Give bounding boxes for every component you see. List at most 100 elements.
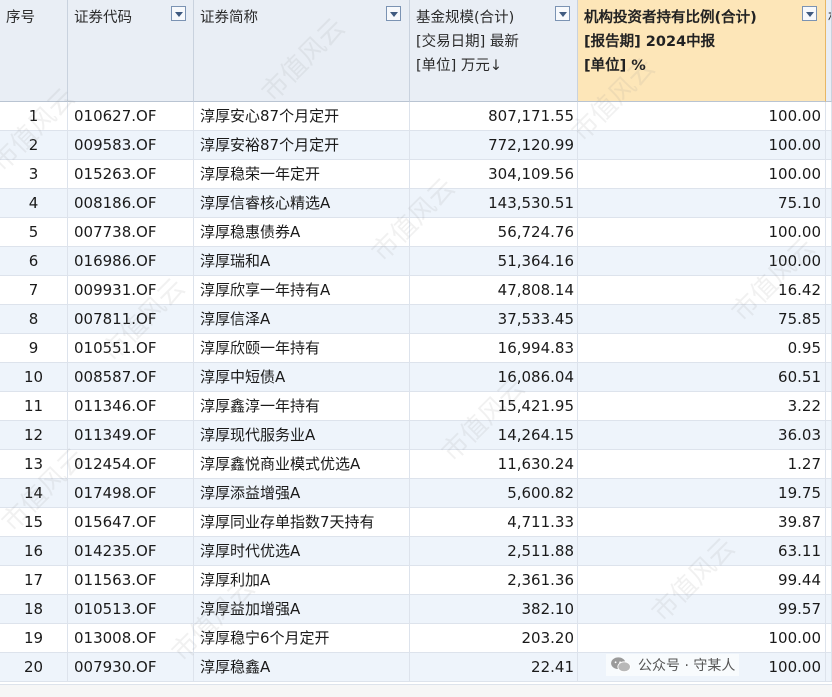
cell-partial[interactable] <box>826 218 832 247</box>
cell-fund-scale[interactable]: 15,421.95 <box>410 392 578 421</box>
cell-institutional-ratio[interactable]: 19.75 <box>578 479 826 508</box>
cell-security-name[interactable]: 淳厚欣颐一年持有 <box>194 334 410 363</box>
cell-security-name[interactable]: 淳厚现代服务业A <box>194 421 410 450</box>
cell-index[interactable]: 7 <box>0 276 68 305</box>
cell-security-code[interactable]: 015647.OF <box>68 508 194 537</box>
cell-security-code[interactable]: 011563.OF <box>68 566 194 595</box>
cell-index[interactable]: 5 <box>0 218 68 247</box>
cell-index[interactable]: 15 <box>0 508 68 537</box>
cell-institutional-ratio[interactable]: 39.87 <box>578 508 826 537</box>
dropdown-arrow-icon[interactable] <box>802 6 817 21</box>
cell-index[interactable]: 2 <box>0 131 68 160</box>
cell-security-name[interactable]: 淳厚利加A <box>194 566 410 595</box>
table-row[interactable]: 7 009931.OF 淳厚欣享一年持有A 47,808.14 16.42 <box>0 276 832 305</box>
cell-fund-scale[interactable]: 143,530.51 <box>410 189 578 218</box>
column-header-index[interactable]: 序号 <box>0 0 68 102</box>
cell-fund-scale[interactable]: 772,120.99 <box>410 131 578 160</box>
cell-institutional-ratio[interactable]: 75.85 <box>578 305 826 334</box>
cell-institutional-ratio[interactable]: 16.42 <box>578 276 826 305</box>
cell-index[interactable]: 3 <box>0 160 68 189</box>
cell-fund-scale[interactable]: 56,724.76 <box>410 218 578 247</box>
cell-security-code[interactable]: 009931.OF <box>68 276 194 305</box>
cell-security-code[interactable]: 014235.OF <box>68 537 194 566</box>
cell-institutional-ratio[interactable]: 75.10 <box>578 189 826 218</box>
cell-security-code[interactable]: 007738.OF <box>68 218 194 247</box>
cell-security-name[interactable]: 淳厚益加增强A <box>194 595 410 624</box>
cell-institutional-ratio[interactable]: 100.00 <box>578 624 826 653</box>
cell-institutional-ratio[interactable]: 99.57 <box>578 595 826 624</box>
cell-fund-scale[interactable]: 807,171.55 <box>410 102 578 131</box>
cell-fund-scale[interactable]: 4,711.33 <box>410 508 578 537</box>
cell-fund-scale[interactable]: 16,994.83 <box>410 334 578 363</box>
cell-security-name[interactable]: 淳厚鑫悦商业模式优选A <box>194 450 410 479</box>
cell-partial[interactable] <box>826 247 832 276</box>
cell-fund-scale[interactable]: 22.41 <box>410 653 578 682</box>
cell-index[interactable]: 17 <box>0 566 68 595</box>
cell-security-code[interactable]: 016986.OF <box>68 247 194 276</box>
column-header-partial[interactable]: 机 <box>826 0 832 102</box>
cell-security-code[interactable]: 017498.OF <box>68 479 194 508</box>
table-row[interactable]: 6 016986.OF 淳厚瑞和A 51,364.16 100.00 <box>0 247 832 276</box>
cell-fund-scale[interactable]: 5,600.82 <box>410 479 578 508</box>
cell-security-name[interactable]: 淳厚信泽A <box>194 305 410 334</box>
table-row[interactable]: 1 010627.OF 淳厚安心87个月定开 807,171.55 100.00 <box>0 102 832 131</box>
column-header-name[interactable]: 证券简称 <box>194 0 410 102</box>
cell-institutional-ratio[interactable]: 100.00 <box>578 160 826 189</box>
cell-index[interactable]: 9 <box>0 334 68 363</box>
cell-partial[interactable] <box>826 566 832 595</box>
table-row[interactable]: 13 012454.OF 淳厚鑫悦商业模式优选A 11,630.24 1.27 <box>0 450 832 479</box>
cell-index[interactable]: 10 <box>0 363 68 392</box>
cell-institutional-ratio[interactable]: 100.00 <box>578 102 826 131</box>
cell-security-name[interactable]: 淳厚安裕87个月定开 <box>194 131 410 160</box>
cell-partial[interactable] <box>826 334 832 363</box>
cell-fund-scale[interactable]: 203.20 <box>410 624 578 653</box>
table-row[interactable]: 11 011346.OF 淳厚鑫淳一年持有 15,421.95 3.22 <box>0 392 832 421</box>
cell-fund-scale[interactable]: 2,361.36 <box>410 566 578 595</box>
cell-institutional-ratio[interactable]: 99.44 <box>578 566 826 595</box>
cell-partial[interactable] <box>826 189 832 218</box>
cell-fund-scale[interactable]: 382.10 <box>410 595 578 624</box>
table-row[interactable]: 16 014235.OF 淳厚时代优选A 2,511.88 63.11 <box>0 537 832 566</box>
cell-fund-scale[interactable]: 51,364.16 <box>410 247 578 276</box>
cell-partial[interactable] <box>826 479 832 508</box>
cell-security-code[interactable]: 013008.OF <box>68 624 194 653</box>
cell-security-code[interactable]: 007811.OF <box>68 305 194 334</box>
cell-fund-scale[interactable]: 47,808.14 <box>410 276 578 305</box>
cell-index[interactable]: 8 <box>0 305 68 334</box>
cell-partial[interactable] <box>826 102 832 131</box>
cell-security-code[interactable]: 011349.OF <box>68 421 194 450</box>
cell-fund-scale[interactable]: 304,109.56 <box>410 160 578 189</box>
table-row[interactable]: 18 010513.OF 淳厚益加增强A 382.10 99.57 <box>0 595 832 624</box>
cell-fund-scale[interactable]: 14,264.15 <box>410 421 578 450</box>
cell-security-code[interactable]: 008587.OF <box>68 363 194 392</box>
table-row[interactable]: 9 010551.OF 淳厚欣颐一年持有 16,994.83 0.95 <box>0 334 832 363</box>
cell-security-code[interactable]: 010551.OF <box>68 334 194 363</box>
cell-institutional-ratio[interactable]: 3.22 <box>578 392 826 421</box>
table-row[interactable]: 2 009583.OF 淳厚安裕87个月定开 772,120.99 100.00 <box>0 131 832 160</box>
cell-security-name[interactable]: 淳厚信睿核心精选A <box>194 189 410 218</box>
cell-security-code[interactable]: 009583.OF <box>68 131 194 160</box>
cell-security-name[interactable]: 淳厚欣享一年持有A <box>194 276 410 305</box>
table-row[interactable]: 4 008186.OF 淳厚信睿核心精选A 143,530.51 75.10 <box>0 189 832 218</box>
cell-partial[interactable] <box>826 363 832 392</box>
cell-security-code[interactable]: 010627.OF <box>68 102 194 131</box>
cell-security-code[interactable]: 010513.OF <box>68 595 194 624</box>
cell-fund-scale[interactable]: 2,511.88 <box>410 537 578 566</box>
cell-fund-scale[interactable]: 16,086.04 <box>410 363 578 392</box>
cell-security-code[interactable]: 011346.OF <box>68 392 194 421</box>
cell-index[interactable]: 12 <box>0 421 68 450</box>
table-row[interactable]: 14 017498.OF 淳厚添益增强A 5,600.82 19.75 <box>0 479 832 508</box>
table-row[interactable]: 8 007811.OF 淳厚信泽A 37,533.45 75.85 <box>0 305 832 334</box>
table-row[interactable]: 19 013008.OF 淳厚稳宁6个月定开 203.20 100.00 <box>0 624 832 653</box>
table-row[interactable]: 12 011349.OF 淳厚现代服务业A 14,264.15 36.03 <box>0 421 832 450</box>
cell-institutional-ratio[interactable]: 60.51 <box>578 363 826 392</box>
table-row[interactable]: 15 015647.OF 淳厚同业存单指数7天持有 4,711.33 39.87 <box>0 508 832 537</box>
cell-security-code[interactable]: 015263.OF <box>68 160 194 189</box>
table-row[interactable]: 3 015263.OF 淳厚稳荣一年定开 304,109.56 100.00 <box>0 160 832 189</box>
cell-partial[interactable] <box>826 160 832 189</box>
cell-index[interactable]: 18 <box>0 595 68 624</box>
cell-index[interactable]: 19 <box>0 624 68 653</box>
cell-institutional-ratio[interactable]: 36.03 <box>578 421 826 450</box>
cell-index[interactable]: 4 <box>0 189 68 218</box>
cell-partial[interactable] <box>826 131 832 160</box>
